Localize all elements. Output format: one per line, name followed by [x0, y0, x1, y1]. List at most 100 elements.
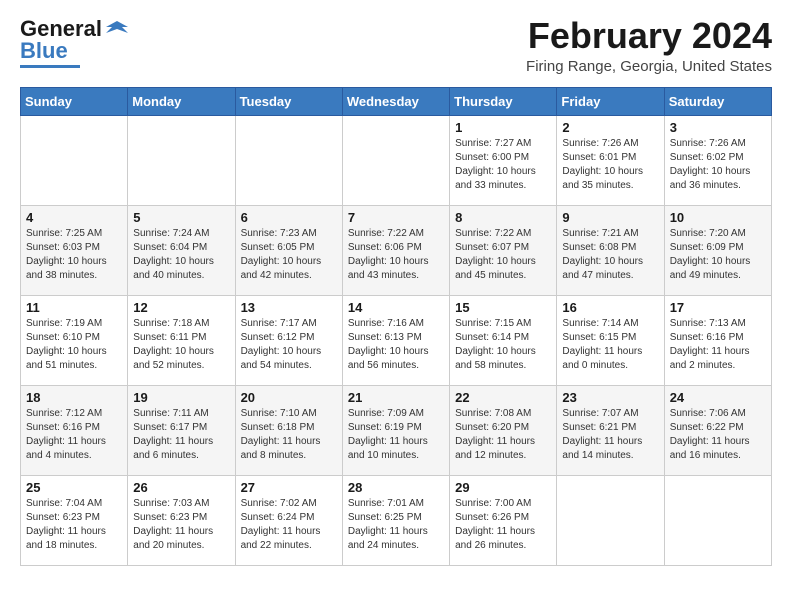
calendar-cell: 1 Sunrise: 7:27 AM Sunset: 6:00 PM Daylig…: [450, 115, 557, 205]
day-info: Sunrise: 7:00 AM Sunset: 6:26 PM Dayligh…: [455, 497, 551, 553]
day-number: 27: [241, 480, 337, 495]
day-number: 13: [241, 300, 337, 315]
calendar-cell: [664, 475, 771, 565]
calendar-cell: 18 Sunrise: 7:12 AM Sunset: 6:16 PM Dayli…: [21, 385, 128, 475]
calendar-cell: [557, 475, 664, 565]
logo: General Blue: [20, 16, 128, 68]
day-info: Sunrise: 7:11 AM Sunset: 6:17 PM Dayligh…: [133, 407, 229, 463]
calendar-cell: [128, 115, 235, 205]
calendar-cell: 10Sunrise: 7:20 AM Sunset: 6:09 PM Dayli…: [664, 205, 771, 295]
calendar-cell: 22 Sunrise: 7:08 AM Sunset: 6:20 PM Dayli…: [450, 385, 557, 475]
header: General Blue February 2024 Firing Range,…: [20, 16, 772, 75]
day-number: 29: [455, 480, 551, 495]
logo-underline: [20, 65, 80, 68]
day-info: Sunrise: 7:19 AM Sunset: 6:10 PM Dayligh…: [26, 317, 122, 373]
day-info: Sunrise: 7:18 AM Sunset: 6:11 PM Dayligh…: [133, 317, 229, 373]
day-info: Sunrise: 7:26 AM Sunset: 6:01 PM Dayligh…: [562, 137, 658, 193]
header-day-tuesday: Tuesday: [235, 87, 342, 115]
day-info: Sunrise: 7:04 AM Sunset: 6:23 PM Dayligh…: [26, 497, 122, 553]
calendar-cell: 4Sunrise: 7:25 AM Sunset: 6:03 PM Daylig…: [21, 205, 128, 295]
week-row-4: 25 Sunrise: 7:04 AM Sunset: 6:23 PM Dayli…: [21, 475, 772, 565]
calendar-cell: 5 Sunrise: 7:24 AM Sunset: 6:04 PM Daylig…: [128, 205, 235, 295]
day-number: 12: [133, 300, 229, 315]
day-info: Sunrise: 7:09 AM Sunset: 6:19 PM Dayligh…: [348, 407, 444, 463]
day-number: 4: [26, 210, 122, 225]
calendar-cell: 27 Sunrise: 7:02 AM Sunset: 6:24 PM Dayli…: [235, 475, 342, 565]
day-number: 6: [241, 210, 337, 225]
calendar-cell: 28 Sunrise: 7:01 AM Sunset: 6:25 PM Dayli…: [342, 475, 449, 565]
day-info: Sunrise: 7:13 AM Sunset: 6:16 PM Dayligh…: [670, 317, 766, 373]
day-number: 15: [455, 300, 551, 315]
calendar-cell: 12 Sunrise: 7:18 AM Sunset: 6:11 PM Dayli…: [128, 295, 235, 385]
day-info: Sunrise: 7:23 AM Sunset: 6:05 PM Dayligh…: [241, 227, 337, 283]
week-row-3: 18 Sunrise: 7:12 AM Sunset: 6:16 PM Dayli…: [21, 385, 772, 475]
day-number: 18: [26, 390, 122, 405]
calendar-cell: 25 Sunrise: 7:04 AM Sunset: 6:23 PM Dayli…: [21, 475, 128, 565]
day-info: Sunrise: 7:14 AM Sunset: 6:15 PM Dayligh…: [562, 317, 658, 373]
day-number: 21: [348, 390, 444, 405]
day-info: Sunrise: 7:21 AM Sunset: 6:08 PM Dayligh…: [562, 227, 658, 283]
day-info: Sunrise: 7:10 AM Sunset: 6:18 PM Dayligh…: [241, 407, 337, 463]
calendar-cell: [235, 115, 342, 205]
day-number: 14: [348, 300, 444, 315]
day-info: Sunrise: 7:24 AM Sunset: 6:04 PM Dayligh…: [133, 227, 229, 283]
calendar-cell: 15 Sunrise: 7:15 AM Sunset: 6:14 PM Dayli…: [450, 295, 557, 385]
calendar-cell: 21 Sunrise: 7:09 AM Sunset: 6:19 PM Dayli…: [342, 385, 449, 475]
week-row-1: 4Sunrise: 7:25 AM Sunset: 6:03 PM Daylig…: [21, 205, 772, 295]
day-number: 1: [455, 120, 551, 135]
calendar-cell: 11Sunrise: 7:19 AM Sunset: 6:10 PM Dayli…: [21, 295, 128, 385]
day-number: 3: [670, 120, 766, 135]
day-info: Sunrise: 7:17 AM Sunset: 6:12 PM Dayligh…: [241, 317, 337, 373]
header-day-friday: Friday: [557, 87, 664, 115]
day-number: 5: [133, 210, 229, 225]
calendar-cell: 19 Sunrise: 7:11 AM Sunset: 6:17 PM Dayli…: [128, 385, 235, 475]
calendar-cell: 2 Sunrise: 7:26 AM Sunset: 6:01 PM Daylig…: [557, 115, 664, 205]
day-number: 8: [455, 210, 551, 225]
calendar-cell: 9Sunrise: 7:21 AM Sunset: 6:08 PM Daylig…: [557, 205, 664, 295]
day-info: Sunrise: 7:07 AM Sunset: 6:21 PM Dayligh…: [562, 407, 658, 463]
day-number: 7: [348, 210, 444, 225]
header-day-wednesday: Wednesday: [342, 87, 449, 115]
week-row-2: 11Sunrise: 7:19 AM Sunset: 6:10 PM Dayli…: [21, 295, 772, 385]
day-number: 28: [348, 480, 444, 495]
day-info: Sunrise: 7:27 AM Sunset: 6:00 PM Dayligh…: [455, 137, 551, 193]
day-number: 19: [133, 390, 229, 405]
day-number: 25: [26, 480, 122, 495]
header-day-sunday: Sunday: [21, 87, 128, 115]
day-info: Sunrise: 7:03 AM Sunset: 6:23 PM Dayligh…: [133, 497, 229, 553]
day-number: 10: [670, 210, 766, 225]
calendar-cell: 29 Sunrise: 7:00 AM Sunset: 6:26 PM Dayli…: [450, 475, 557, 565]
bird-icon: [106, 19, 128, 39]
day-number: 22: [455, 390, 551, 405]
day-number: 20: [241, 390, 337, 405]
week-row-0: 1 Sunrise: 7:27 AM Sunset: 6:00 PM Daylig…: [21, 115, 772, 205]
calendar-cell: [21, 115, 128, 205]
month-title: February 2024: [526, 16, 772, 56]
calendar-cell: 8 Sunrise: 7:22 AM Sunset: 6:07 PM Daylig…: [450, 205, 557, 295]
day-number: 2: [562, 120, 658, 135]
header-day-saturday: Saturday: [664, 87, 771, 115]
calendar-cell: 7Sunrise: 7:22 AM Sunset: 6:06 PM Daylig…: [342, 205, 449, 295]
day-info: Sunrise: 7:22 AM Sunset: 6:07 PM Dayligh…: [455, 227, 551, 283]
calendar-cell: 3Sunrise: 7:26 AM Sunset: 6:02 PM Daylig…: [664, 115, 771, 205]
day-info: Sunrise: 7:02 AM Sunset: 6:24 PM Dayligh…: [241, 497, 337, 553]
day-number: 26: [133, 480, 229, 495]
day-info: Sunrise: 7:15 AM Sunset: 6:14 PM Dayligh…: [455, 317, 551, 373]
day-info: Sunrise: 7:08 AM Sunset: 6:20 PM Dayligh…: [455, 407, 551, 463]
location-title: Firing Range, Georgia, United States: [526, 58, 772, 75]
day-number: 17: [670, 300, 766, 315]
calendar-cell: 24Sunrise: 7:06 AM Sunset: 6:22 PM Dayli…: [664, 385, 771, 475]
calendar-cell: 14Sunrise: 7:16 AM Sunset: 6:13 PM Dayli…: [342, 295, 449, 385]
calendar-cell: 20 Sunrise: 7:10 AM Sunset: 6:18 PM Dayli…: [235, 385, 342, 475]
calendar-cell: 17 Sunrise: 7:13 AM Sunset: 6:16 PM Dayli…: [664, 295, 771, 385]
day-number: 23: [562, 390, 658, 405]
calendar-cell: 13 Sunrise: 7:17 AM Sunset: 6:12 PM Dayli…: [235, 295, 342, 385]
calendar-header-row: SundayMondayTuesdayWednesdayThursdayFrid…: [21, 87, 772, 115]
calendar-cell: 26 Sunrise: 7:03 AM Sunset: 6:23 PM Dayli…: [128, 475, 235, 565]
day-info: Sunrise: 7:01 AM Sunset: 6:25 PM Dayligh…: [348, 497, 444, 553]
calendar-cell: [342, 115, 449, 205]
calendar-table: SundayMondayTuesdayWednesdayThursdayFrid…: [20, 87, 772, 566]
day-info: Sunrise: 7:12 AM Sunset: 6:16 PM Dayligh…: [26, 407, 122, 463]
day-number: 24: [670, 390, 766, 405]
header-day-thursday: Thursday: [450, 87, 557, 115]
